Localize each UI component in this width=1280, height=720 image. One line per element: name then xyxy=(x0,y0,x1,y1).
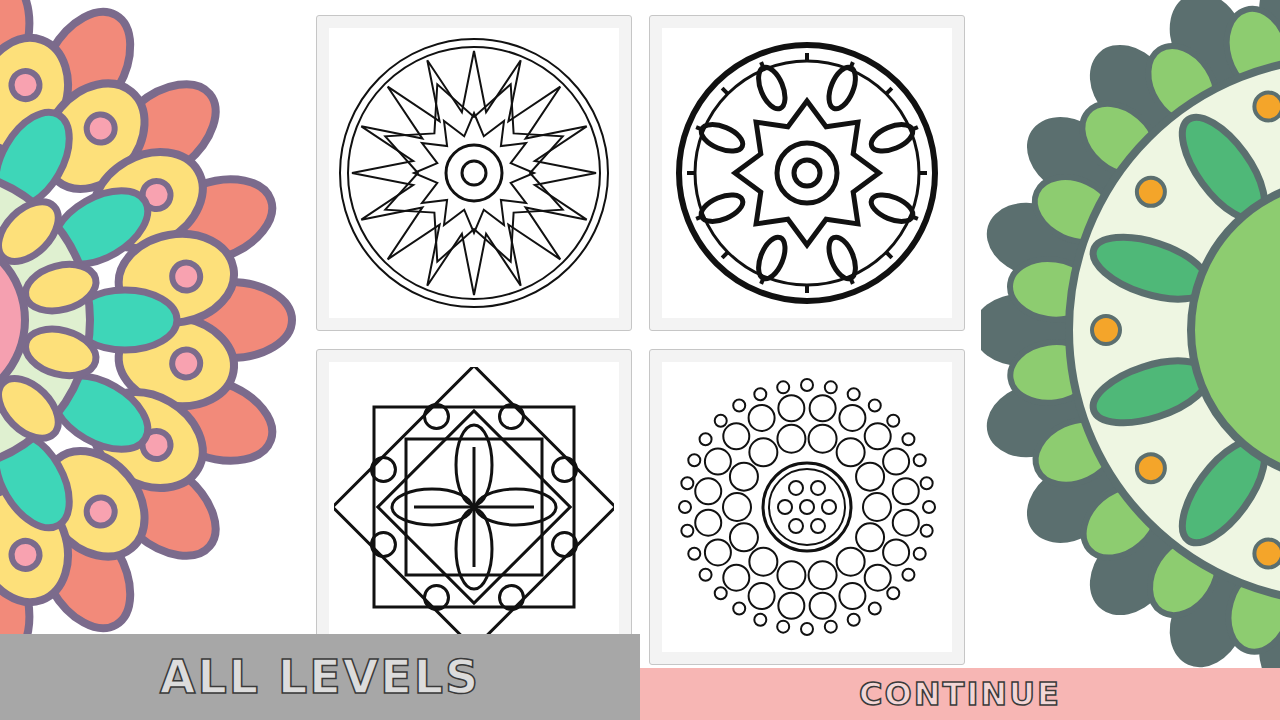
level-card[interactable] xyxy=(316,349,632,665)
level-menu: ALL LEVELS CONTINUE xyxy=(0,0,1280,720)
flower-mandala-icon xyxy=(667,33,947,313)
mandala-decoration-icon xyxy=(0,0,300,720)
level-preview xyxy=(329,362,619,652)
level-preview xyxy=(662,28,952,318)
circles-mandala-icon xyxy=(667,367,947,647)
lattice-mandala-icon xyxy=(334,367,614,647)
all-levels-label: ALL LEVELS xyxy=(160,650,480,704)
level-card[interactable] xyxy=(649,349,965,665)
mandala-decoration-icon xyxy=(981,0,1280,720)
right-decoration xyxy=(981,0,1280,720)
bottom-bar: ALL LEVELS CONTINUE xyxy=(0,634,1280,720)
left-decoration xyxy=(0,0,300,720)
level-card[interactable] xyxy=(649,15,965,331)
level-preview xyxy=(662,362,952,652)
continue-button[interactable]: CONTINUE xyxy=(640,668,1280,720)
level-card[interactable] xyxy=(316,15,632,331)
continue-label: CONTINUE xyxy=(859,675,1061,713)
main-area xyxy=(0,0,1280,720)
level-preview xyxy=(329,28,619,318)
all-levels-button[interactable]: ALL LEVELS xyxy=(0,634,640,720)
level-grid xyxy=(300,0,981,720)
star-mandala-icon xyxy=(334,33,614,313)
